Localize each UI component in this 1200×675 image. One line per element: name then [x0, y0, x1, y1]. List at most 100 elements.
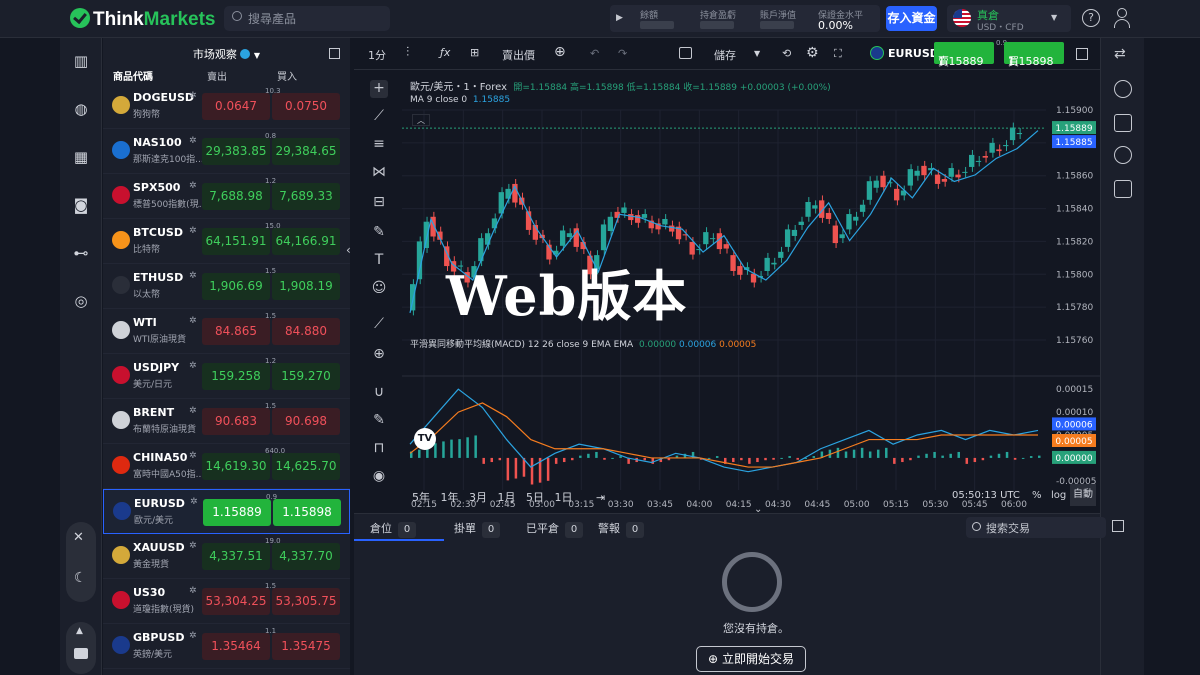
layout-icon[interactable]: ⊞ — [470, 46, 479, 59]
chat-icon[interactable] — [74, 648, 88, 659]
alarm-icon[interactable] — [1114, 146, 1132, 164]
watchlist-row[interactable]: CHINA50 ✲ 富時中國A50指... 640.0 14,619.30 14… — [103, 444, 350, 489]
buy-price-button[interactable]: 64,166.91 — [272, 228, 340, 255]
sell-price-button[interactable]: 84.865 — [202, 318, 270, 345]
sell-price-button[interactable]: 1,906.69 — [202, 273, 270, 300]
add-icon[interactable]: ⊕ — [554, 44, 566, 60]
buy-price-button[interactable]: 29,384.65 — [272, 138, 340, 165]
zoom-icon[interactable]: ⊕ — [370, 346, 388, 364]
theme-toggle[interactable]: ✕ ☾ — [66, 522, 96, 602]
buy-price-button[interactable]: 0.0750 — [272, 93, 340, 120]
watchlist-row[interactable]: EURUSD ✲ 歐元/美元 0.9 1.15889 1.15898 — [103, 489, 350, 534]
buy-price-button[interactable]: 7,689.33 — [272, 183, 340, 210]
tab-pending[interactable]: 掛單 0 — [454, 520, 500, 538]
tradingview-logo[interactable]: TV — [414, 428, 436, 450]
account-switcher[interactable]: 真倉 USD・CFD ▼ — [947, 5, 1071, 33]
interval-button[interactable]: 1分 — [368, 47, 386, 63]
watchlist-row[interactable]: XAUUSD ✲ 黃金現貨 19.0 4,337.51 4,337.70 — [103, 534, 350, 579]
popout-icon[interactable] — [1076, 48, 1088, 60]
watchlist-row[interactable]: DOGEUSD ✲ 狗狗幣 10.3 0.0647 0.0750 — [103, 84, 350, 129]
dumbbell-icon[interactable]: ⊷ — [71, 244, 91, 264]
globe-icon[interactable]: ◍ — [71, 100, 91, 120]
collapse-chevron-icon[interactable]: ‹ — [346, 243, 351, 257]
camera-icon[interactable]: ◙ — [71, 196, 91, 216]
watchlist-row[interactable]: BRENT ✲ 布蘭特原油現貨 1.5 90.683 90.698 — [103, 399, 350, 444]
account-summary[interactable]: ▶ 餘額 持倉盈虧 賬戶淨值 保證金水平 0.00% — [610, 5, 880, 32]
watchlist-row[interactable]: USDJPY ✲ 美元/日元 1.2 159.258 159.270 — [103, 354, 350, 399]
buy-price-button[interactable]: 1.15898 — [273, 499, 341, 526]
markets-icon[interactable]: ▥ — [71, 52, 91, 72]
ruler-icon[interactable]: ⟋ — [370, 316, 388, 334]
watchlist-row[interactable]: GBPUSD ✲ 英鎊/美元 1.1 1.35464 1.35475 — [103, 624, 350, 669]
watchlist-header[interactable]: 市场观察 ▼ — [103, 38, 350, 68]
tab-positions[interactable]: 倉位 0 — [370, 520, 416, 538]
indicators-icon[interactable]: ƒx — [440, 46, 450, 59]
help-icon[interactable]: ? — [1082, 9, 1100, 27]
buy-price-button[interactable]: 4,337.70 — [272, 543, 340, 570]
collapse-legend-icon[interactable]: ︿ — [412, 114, 430, 126]
trendline-icon[interactable]: ⟋ — [370, 108, 388, 126]
watchlist-row[interactable]: SPX500 ✲ 標普500指數(現... 1.2 7,688.98 7,689… — [103, 174, 350, 219]
lock-icon[interactable]: ⊓ — [370, 440, 388, 458]
info-icon[interactable] — [1114, 80, 1132, 98]
buy-price-button[interactable]: 14,625.70 — [272, 453, 340, 480]
utc-clock[interactable]: 05:50:13 UTC — [952, 490, 1020, 501]
sell-price-button[interactable]: 1.15889 — [203, 499, 271, 526]
brain-icon[interactable]: ◎ — [71, 292, 91, 312]
chat-panel[interactable]: ▲ — [66, 622, 96, 674]
search-input[interactable]: 搜尋產品 — [224, 6, 390, 31]
undo-icon[interactable]: ↶ — [590, 47, 599, 60]
buy-price-button[interactable]: 84.880 — [272, 318, 340, 345]
popout-icon[interactable] — [1112, 520, 1124, 532]
price-type-button[interactable]: 賣出價 — [502, 47, 535, 63]
tab-closed[interactable]: 已平倉 0 — [526, 520, 583, 538]
watchlist-row[interactable]: US30 ✲ 道瓊指數(現貨) 1.5 53,304.25 53,305.75 — [103, 579, 350, 624]
deposit-button[interactable]: 存入資金 — [886, 6, 937, 31]
buy-button[interactable]: 買 1.15898 — [1004, 42, 1064, 68]
thinkmarkets-logo[interactable]: ThinkMarkets — [70, 8, 216, 31]
fullscreen-icon[interactable]: ⛶ — [834, 47, 842, 61]
screen-icon[interactable] — [679, 47, 692, 59]
tab-alerts[interactable]: 警報 0 — [598, 520, 644, 538]
news-icon[interactable] — [1114, 114, 1132, 132]
auto-toggle[interactable]: 自動 — [1070, 484, 1096, 506]
eye-icon[interactable]: ◉ — [370, 468, 388, 486]
calculator-icon[interactable] — [1114, 180, 1132, 198]
sell-price-button[interactable]: 0.0647 — [202, 93, 270, 120]
pattern-icon[interactable]: ⋈ — [370, 164, 388, 182]
calendar-icon[interactable]: ▦ — [71, 148, 91, 168]
swap-icon[interactable]: ⇄ — [1114, 46, 1126, 62]
gear-icon[interactable]: ⚙ — [806, 45, 819, 61]
magnet-icon[interactable]: ∪ — [370, 384, 388, 402]
sell-price-button[interactable]: 7,688.98 — [202, 183, 270, 210]
text-icon[interactable]: T — [370, 252, 388, 270]
sell-price-button[interactable]: 1.35464 — [202, 633, 270, 660]
no-light-icon[interactable]: ✕ — [73, 530, 84, 545]
position-icon[interactable]: ⊟ — [370, 194, 388, 212]
buy-price-button[interactable]: 1,908.19 — [272, 273, 340, 300]
moon-icon[interactable]: ☾ — [74, 570, 87, 586]
brush-icon[interactable]: ✎ — [370, 224, 388, 242]
buy-price-button[interactable]: 90.698 — [272, 408, 340, 435]
buy-price-button[interactable]: 1.35475 — [272, 633, 340, 660]
fib-icon[interactable]: ≡ — [370, 136, 388, 154]
watchlist-row[interactable]: BTCUSD ✲ 比特幣 15.0 64,151.91 64,166.91 — [103, 219, 350, 264]
replay-icon[interactable]: ⟲ — [782, 47, 791, 60]
sell-price-button[interactable]: 159.258 — [202, 363, 270, 390]
trade-search-input[interactable]: 搜索交易 — [966, 517, 1106, 538]
emoji-icon[interactable]: ☺ — [370, 280, 388, 298]
watchlist-row[interactable]: NAS100 ✲ 那斯達克100指... 0.8 29,383.85 29,38… — [103, 129, 350, 174]
chevron-down-icon[interactable]: ▼ — [754, 49, 760, 58]
popout-icon[interactable] — [329, 48, 340, 59]
log-toggle[interactable]: log — [1051, 490, 1066, 501]
percent-toggle[interactable]: % — [1032, 490, 1042, 501]
candles-icon[interactable]: ⫶ — [406, 45, 409, 60]
chart-symbol[interactable]: EURUSD — [888, 47, 939, 60]
watchlist-row[interactable]: WTI ✲ WTI原油現貨 1.5 84.865 84.880 — [103, 309, 350, 354]
sell-price-button[interactable]: 64,151.91 — [202, 228, 270, 255]
buy-price-button[interactable]: 159.270 — [272, 363, 340, 390]
sell-button[interactable]: 賣 1.15889 — [934, 42, 994, 68]
sell-price-button[interactable]: 14,619.30 — [202, 453, 270, 480]
redo-icon[interactable]: ↷ — [618, 47, 627, 60]
sell-price-button[interactable]: 53,304.25 — [202, 588, 270, 615]
